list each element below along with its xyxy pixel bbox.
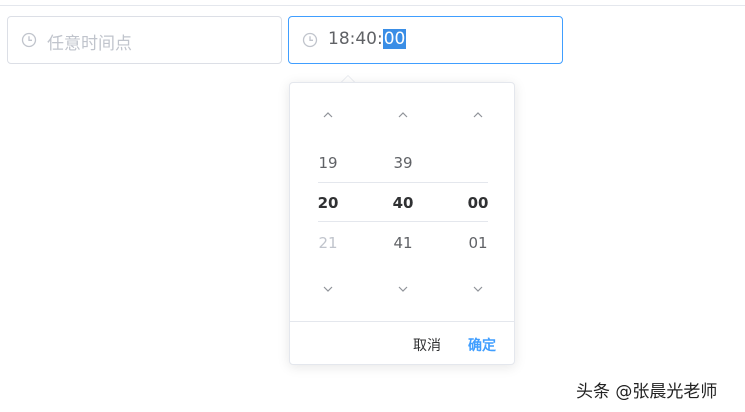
minute-selected[interactable]: 40 — [373, 194, 433, 212]
chevron-down-icon[interactable] — [398, 284, 408, 294]
seconds-spinner[interactable]: 00 01 — [448, 83, 508, 320]
clock-icon — [302, 32, 318, 48]
panel-footer: 取消 确定 — [290, 321, 514, 366]
minutes-spinner[interactable]: 39 40 41 — [373, 83, 433, 320]
start-time-input[interactable]: 任意时间点 — [7, 16, 282, 64]
chevron-up-icon[interactable] — [473, 110, 483, 120]
time-picker-panel: 19 20 21 39 40 41 00 01 取消 确定 — [289, 82, 515, 365]
confirm-button[interactable]: 确定 — [468, 335, 496, 355]
minute-below[interactable]: 41 — [373, 234, 433, 252]
end-time-selected-seconds: 00 — [382, 29, 407, 49]
chevron-down-icon[interactable] — [473, 284, 483, 294]
chevron-up-icon[interactable] — [398, 110, 408, 120]
second-below[interactable]: 01 — [448, 234, 508, 252]
watermark-text: 头条 @张晨光老师 — [576, 382, 718, 402]
chevron-up-icon[interactable] — [323, 110, 333, 120]
clock-icon — [21, 32, 37, 48]
top-divider — [0, 5, 745, 6]
end-time-value: 18:40:00 — [328, 29, 407, 49]
start-time-placeholder: 任意时间点 — [47, 34, 132, 54]
end-time-value-prefix: 18:40: — [328, 29, 383, 49]
hour-selected[interactable]: 20 — [298, 194, 358, 212]
hours-spinner[interactable]: 19 20 21 — [298, 83, 358, 320]
end-time-input[interactable]: 18:40:00 — [288, 16, 563, 64]
minute-above[interactable]: 39 — [373, 154, 433, 172]
hour-below: 21 — [318, 234, 338, 252]
hour-above[interactable]: 19 — [298, 154, 358, 172]
chevron-down-icon[interactable] — [323, 284, 333, 294]
cancel-button[interactable]: 取消 — [413, 335, 441, 355]
second-selected[interactable]: 00 — [448, 194, 508, 212]
